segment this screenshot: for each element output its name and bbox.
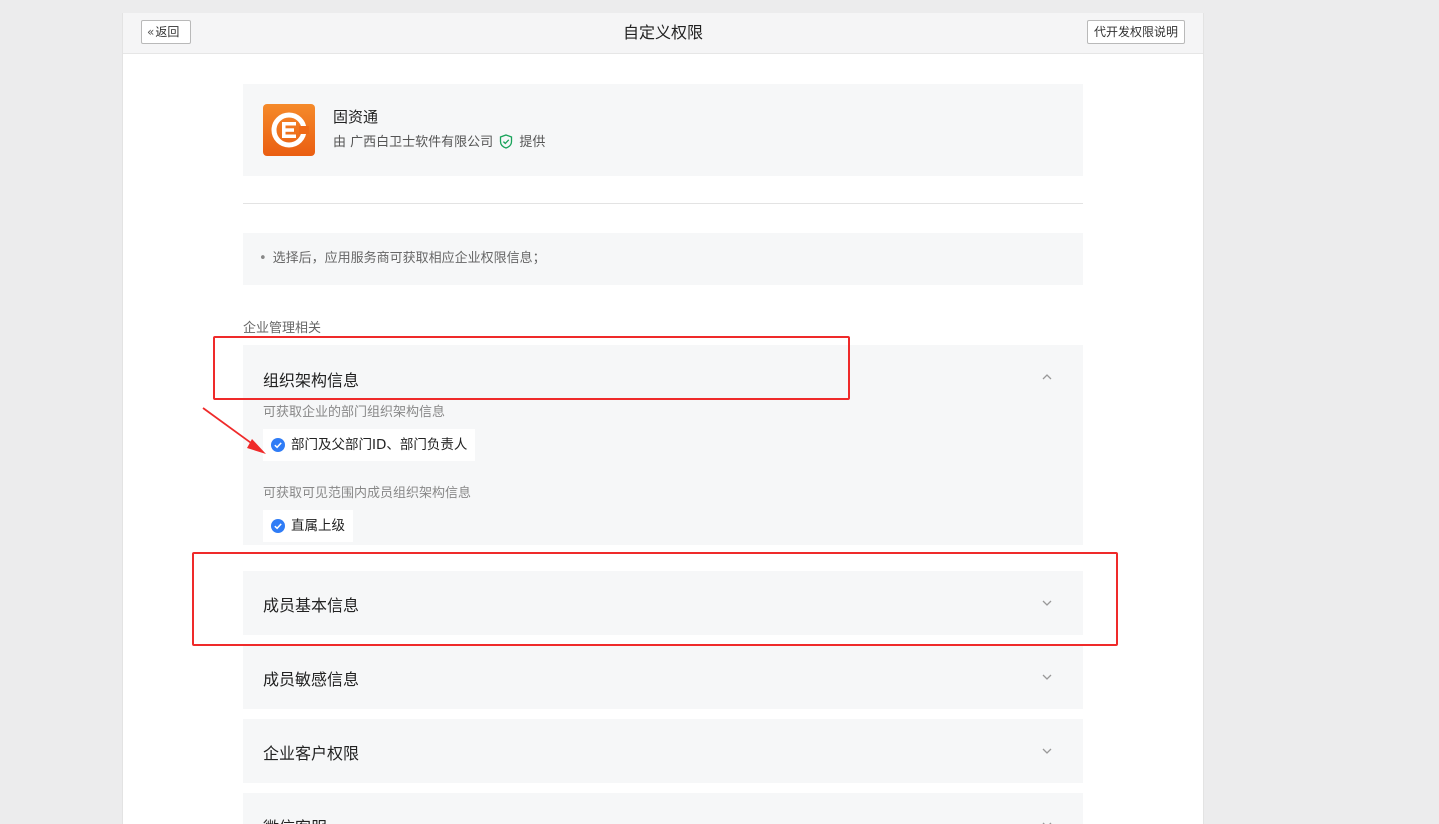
- divider: [243, 203, 1083, 204]
- section-label: 企业管理相关: [243, 321, 322, 336]
- perm-member-basic[interactable]: 成员基本信息: [243, 571, 1083, 635]
- perm-group-desc: 可获取可见范围内成员组织架构信息: [263, 486, 472, 501]
- perm-member-sensitive[interactable]: 成员敏感信息: [243, 645, 1083, 709]
- chevron-down-icon[interactable]: [1039, 669, 1055, 685]
- app-provider: 由 广西白卫士软件有限公司 提供: [333, 131, 545, 153]
- perm-org-structure: 组织架构信息 可获取企业的部门组织架构信息 部门及父部门ID、部门负责人 可获取…: [243, 345, 1083, 545]
- perm-tag-checked[interactable]: 直属上级: [263, 510, 353, 542]
- notice-text: 选择后，应用服务商可获取相应企业权限信息；: [272, 251, 546, 266]
- perm-tag-checked[interactable]: 部门及父部门ID、部门负责人: [263, 429, 476, 461]
- perm-title[interactable]: 组织架构信息: [263, 367, 359, 391]
- perm-title: 成员敏感信息: [263, 670, 360, 689]
- provider-name: 由 广西白卫士软件有限公司: [333, 135, 494, 150]
- perm-group-desc: 可获取企业的部门组织架构信息: [263, 405, 446, 420]
- app-card: 固资通 由 广西白卫士软件有限公司 提供: [243, 84, 1083, 176]
- page-title: 自定义权限: [622, 23, 703, 42]
- check-circle-icon: [271, 438, 285, 452]
- perm-tag-label: 部门及父部门ID、部门负责人: [291, 437, 468, 453]
- perm-wechat-service[interactable]: 微信客服: [243, 793, 1083, 824]
- notice-box: • 选择后，应用服务商可获取相应企业权限信息；: [243, 233, 1083, 285]
- top-bar: «返回 自定义权限 代开发权限说明: [123, 13, 1203, 54]
- chevron-up-icon[interactable]: [1039, 369, 1055, 385]
- perm-title: 微信客服: [263, 814, 327, 824]
- provider-suffix: 提供: [519, 135, 546, 150]
- check-circle-icon: [271, 519, 285, 533]
- perm-title: 成员基本信息: [263, 596, 360, 615]
- app-logo: [263, 104, 315, 156]
- annotation-arrow-icon: [202, 407, 266, 454]
- app-name: 固资通: [333, 108, 379, 126]
- permission-help-button[interactable]: 代开发权限说明: [1087, 20, 1185, 44]
- permissions-panel: «返回 自定义权限 代开发权限说明 固资通 由 广西白卫士软件有限公司 提供 •…: [122, 13, 1204, 824]
- perm-customer[interactable]: 企业客户权限: [243, 719, 1083, 783]
- chevron-down-icon[interactable]: [1039, 595, 1055, 611]
- bullet-dot: •: [259, 251, 267, 266]
- chevron-down-icon[interactable]: [1039, 743, 1055, 759]
- verified-shield-icon: [499, 134, 513, 153]
- chevron-down-icon[interactable]: [1039, 817, 1055, 824]
- perm-title: 企业客户权限: [263, 744, 360, 763]
- perm-tag-label: 直属上级: [291, 518, 345, 534]
